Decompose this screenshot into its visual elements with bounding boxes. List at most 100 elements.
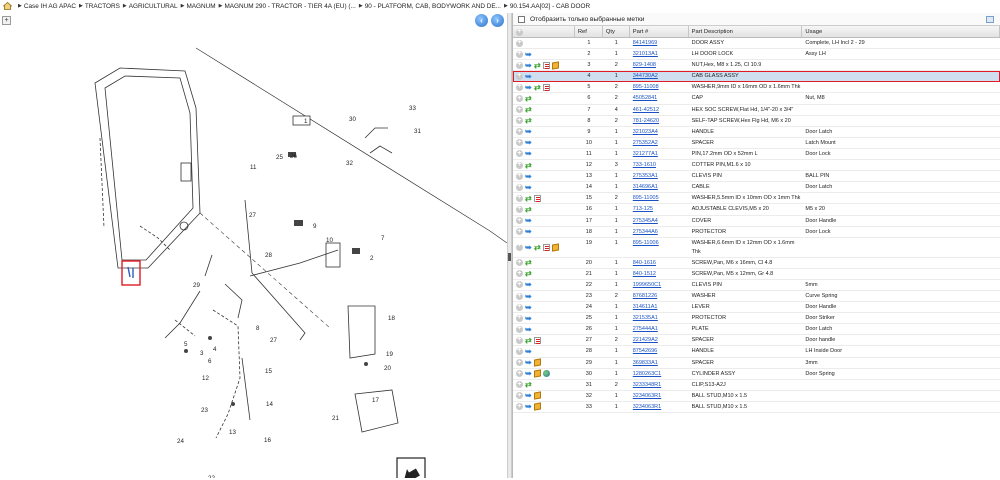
table-row[interactable]: ➥⇄ 5 2 895-11008 WASHER,9mm ID x 16mm OD x 1… <box>513 81 1000 94</box>
table-row[interactable]: ➥ 26 1 275444A1 PLATE Door Latch <box>513 323 1000 336</box>
info-icon[interactable]: ➥ <box>525 347 532 355</box>
breadcrumb-label[interactable]: 90.154.AA[02] - CAB DOOR <box>510 3 590 10</box>
col-qty-header[interactable]: Qty <box>603 26 630 37</box>
part-number-link[interactable]: 314696A1 <box>633 184 658 190</box>
expand-row-icon[interactable] <box>516 115 523 126</box>
callout-label[interactable]: 32 <box>346 160 353 167</box>
table-row[interactable]: ➥ 2 1 321013A1 LH DOOR LOCK Assy LH <box>513 48 1000 61</box>
callout-label[interactable]: 5 <box>184 341 188 348</box>
part-number-link[interactable]: 344730A2 <box>633 73 658 79</box>
table-row[interactable]: ⇄ 21 1 840-1512 SCREW,Pan, M5 x 12mm, Gr 4.8 <box>513 268 1000 280</box>
table-row[interactable]: ➥ 24 1 314611A1 LEVER Door Handle <box>513 301 1000 314</box>
substitute-icon[interactable]: ⇄ <box>525 194 532 202</box>
expand-row-icon[interactable] <box>516 192 523 203</box>
breadcrumb-item[interactable]: ▶ Case IH AG APAC <box>15 3 76 10</box>
info-icon[interactable]: ➥ <box>525 370 532 378</box>
callout-label[interactable]: 21 <box>332 415 339 422</box>
info-icon[interactable]: ➥ <box>525 325 532 333</box>
expand-row-icon[interactable] <box>516 290 523 301</box>
info-icon[interactable]: ➥ <box>525 243 532 251</box>
callout-label[interactable]: 27 <box>249 212 256 219</box>
part-number-link[interactable]: 713-125 <box>633 206 653 212</box>
substitute-icon[interactable]: ⇄ <box>525 117 532 125</box>
info-icon[interactable]: ➥ <box>525 72 532 80</box>
expand-row-icon[interactable] <box>516 401 523 412</box>
part-number-link[interactable]: 275444A1 <box>633 326 658 332</box>
col-part-header[interactable]: Part # <box>630 26 689 37</box>
table-row[interactable]: ⇄ 8 2 781-24620 SELF-TAP SCREW,Hex Flg Hd, M… <box>513 115 1000 127</box>
prev-icon[interactable]: ‹ <box>475 14 488 27</box>
table-row[interactable]: ⇄ 15 2 895-11005 WASHER,5.5mm ID x 10mm OD x… <box>513 192 1000 205</box>
callout-label[interactable]: 10 <box>326 237 333 244</box>
callout-label[interactable]: 24 <box>177 438 184 445</box>
callout-label[interactable]: 9 <box>313 223 317 230</box>
part-number-link[interactable]: 221429A2 <box>633 337 658 343</box>
next-icon[interactable]: › <box>491 14 504 27</box>
callout-label[interactable]: 19 <box>386 351 393 358</box>
breadcrumb-item[interactable]: ▶ MAGNUM 290 - TRACTOR - TIER 4A (EU) (..… <box>216 3 356 10</box>
part-number-link[interactable]: 3234063R1 <box>633 404 661 410</box>
part-number-link[interactable]: 3234063R1 <box>633 393 661 399</box>
table-row[interactable]: ➥⇄ 19 1 895-11006 WASHER,6.6mm ID x 12mm OD … <box>513 238 1000 258</box>
document-icon[interactable] <box>534 194 541 202</box>
part-number-link[interactable]: 87542696 <box>633 348 657 354</box>
part-number-link[interactable]: 3233348R1 <box>633 382 661 388</box>
substitute-icon[interactable]: ⇄ <box>525 106 532 114</box>
col-actions-header[interactable] <box>513 26 575 38</box>
substitute-icon[interactable]: ⇄ <box>525 270 532 278</box>
callout-label[interactable]: 15 <box>265 368 272 375</box>
part-number-link[interactable]: 895-11005 <box>633 195 659 201</box>
expand-row-icon[interactable] <box>516 241 523 251</box>
info-icon[interactable]: ➥ <box>525 139 532 147</box>
expand-row-icon[interactable] <box>516 279 523 290</box>
part-number-link[interactable]: 1280263C1 <box>633 371 661 377</box>
part-number-link[interactable]: 321023A4 <box>633 129 658 135</box>
info-icon[interactable]: ➥ <box>525 403 532 411</box>
callout-label[interactable]: 7 <box>381 235 385 242</box>
expand-row-icon[interactable] <box>516 301 523 312</box>
table-row[interactable]: ⇄ 6 2 45052841 CAP Nut, M8 <box>513 93 1000 105</box>
expand-row-icon[interactable] <box>516 312 523 323</box>
breadcrumb-label[interactable]: MAGNUM <box>186 3 215 10</box>
expand-row-icon[interactable] <box>516 70 523 81</box>
package-icon[interactable] <box>534 358 541 367</box>
globe-icon[interactable] <box>543 370 550 378</box>
expand-row-icon[interactable] <box>516 148 523 159</box>
part-number-link[interactable]: 321013A1 <box>633 51 658 57</box>
info-icon[interactable]: ➥ <box>525 228 532 236</box>
table-row[interactable]: ➥ 28 1 87542696 HANDLE LH Inside Door <box>513 345 1000 358</box>
callout-label[interactable]: 2 <box>370 255 374 262</box>
breadcrumb-label[interactable]: TRACTORS <box>85 3 120 10</box>
substitute-icon[interactable]: ⇄ <box>525 161 532 169</box>
table-row[interactable]: ➥ 17 1 275345A4 COVER Door Handle <box>513 215 1000 227</box>
table-row[interactable]: ➥ 29 1 369833A1 SPACER 3mm <box>513 357 1000 369</box>
callout-label[interactable]: 1 <box>304 118 308 125</box>
expand-row-icon[interactable] <box>516 323 523 334</box>
table-row[interactable]: ⇄ 12 3 733-1610 COTTER PIN,M1.6 x 10 <box>513 159 1000 172</box>
document-icon[interactable] <box>543 83 550 91</box>
table-row[interactable]: ➥ 14 1 314696A1 CABLE Door Latch <box>513 181 1000 194</box>
part-number-link[interactable]: 840-1616 <box>633 260 656 266</box>
breadcrumb-item[interactable]: ▶ 90 - PLATFORM, CAB, BODYWORK AND DE... <box>356 3 501 10</box>
part-number-link[interactable]: 781-24620 <box>633 118 659 124</box>
expand-row-icon[interactable] <box>516 48 523 59</box>
table-row[interactable]: ➥ 33 1 3234063R1 BALL STUD,M10 x 1.5 <box>513 401 1000 413</box>
show-selected-label[interactable]: Отобразить только выбранные метки <box>530 16 644 23</box>
col-ref-header[interactable]: Ref <box>575 26 603 37</box>
part-number-link[interactable]: 87681226 <box>633 293 657 299</box>
callout-label[interactable]: 27 <box>270 337 277 344</box>
info-icon[interactable]: ➥ <box>525 83 532 91</box>
substitute-icon[interactable]: ⇄ <box>525 259 532 267</box>
package-icon[interactable] <box>552 61 559 70</box>
expand-button[interactable]: + <box>2 16 11 25</box>
expand-row-icon[interactable] <box>516 203 523 215</box>
table-row[interactable]: ➥ 32 1 3234063R1 BALL STUD,M10 x 1.5 <box>513 390 1000 402</box>
callout-label[interactable]: 33 <box>409 105 416 112</box>
callout-label[interactable]: 29 <box>193 282 200 289</box>
home-icon[interactable] <box>2 1 13 10</box>
table-row[interactable]: ➥ 10 1 275352A2 SPACER Latch Mount <box>513 137 1000 149</box>
part-number-link[interactable]: 369833A1 <box>633 360 658 366</box>
part-number-link[interactable]: 275353A1 <box>633 173 658 179</box>
package-icon[interactable] <box>552 243 559 252</box>
info-icon[interactable]: ➥ <box>525 314 532 322</box>
